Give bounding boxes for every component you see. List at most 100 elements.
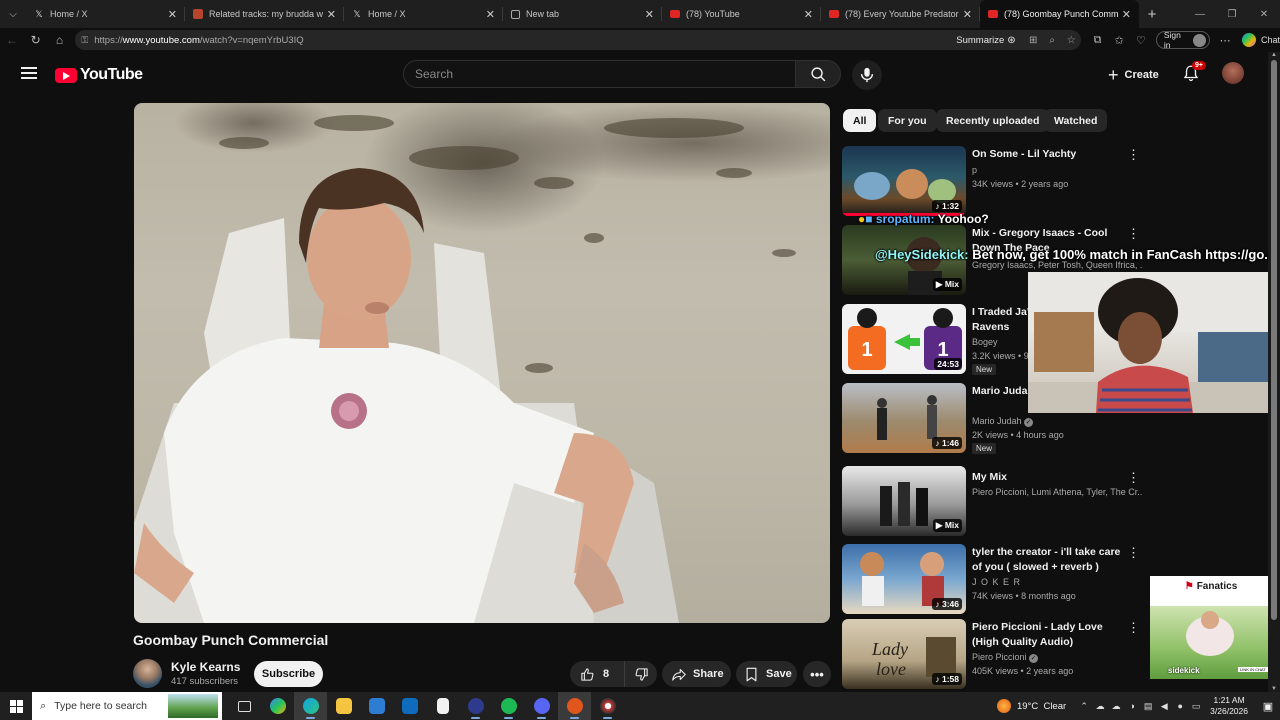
menu-icon[interactable] xyxy=(21,67,37,79)
network-icon[interactable]: ▤ xyxy=(1140,701,1156,712)
recommended-mix[interactable]: ▶ Mix My Mix Piero Piccioni, Lumi Athena… xyxy=(842,466,1142,538)
minimize-icon[interactable]: — xyxy=(1184,0,1216,28)
close-tab-icon[interactable]: ✕ xyxy=(645,8,654,21)
scroll-up-icon[interactable]: ▲ xyxy=(1270,52,1278,58)
more-vertical-icon[interactable]: ⋮ xyxy=(1127,546,1140,560)
video-thumbnail[interactable]: ♪ 3:46 xyxy=(842,544,966,614)
browser-tab[interactable]: 𝕏 Home / X ✕ xyxy=(26,0,185,28)
more-actions-button[interactable]: ••• xyxy=(803,661,831,687)
file-explorer-icon[interactable] xyxy=(327,692,360,720)
edge-taskbar-icon[interactable] xyxy=(294,692,327,720)
chip-all[interactable]: All xyxy=(843,109,877,132)
start-button[interactable] xyxy=(0,692,32,720)
site-info-icon[interactable]: ⚿ xyxy=(81,35,88,46)
close-tab-icon[interactable]: ✕ xyxy=(168,8,177,21)
reload-icon[interactable]: ↻ xyxy=(24,28,48,52)
chip-for-you[interactable]: For you xyxy=(878,109,937,132)
new-tab-button[interactable]: + xyxy=(1139,6,1165,23)
video-title[interactable]: On Some - Lil Yachty xyxy=(972,147,1127,162)
battery-icon[interactable]: ▭ xyxy=(1188,701,1204,712)
cloud-icon[interactable]: ☁ xyxy=(1108,701,1124,712)
video-thumbnail[interactable]: ♪ 1:32 xyxy=(842,146,966,216)
taskbar-search[interactable]: ⌕ Type here to search xyxy=(32,692,222,720)
volume-icon[interactable]: ◀ xyxy=(1156,701,1172,712)
spotify-icon[interactable] xyxy=(492,692,525,720)
video-title[interactable]: Piero Piccioni - Lady Love (High Quality… xyxy=(972,620,1127,650)
voice-search-button[interactable] xyxy=(852,60,882,90)
recommended-video[interactable]: ♪ 1:32 On Some - Lil Yachty p 34K views … xyxy=(842,146,1142,218)
favorites-icon[interactable]: ✩ xyxy=(1108,34,1130,47)
back-icon[interactable]: ← xyxy=(0,28,24,52)
favorite-star-icon[interactable]: ☆ xyxy=(1062,35,1081,46)
recommended-video[interactable]: ♪ 3:46 tyler the creator - i'll take car… xyxy=(842,544,1142,616)
settings-more-icon[interactable]: ⋯ xyxy=(1214,34,1236,47)
browser-essentials-icon[interactable]: ♡ xyxy=(1130,34,1152,47)
onedrive-icon[interactable]: ☁ xyxy=(1092,701,1108,712)
close-tab-icon[interactable]: ✕ xyxy=(486,8,495,21)
channel-name[interactable]: Kyle Kearns xyxy=(171,660,240,674)
home-icon[interactable]: ⌂ xyxy=(48,28,72,52)
recommended-video[interactable]: Lady love ♪ 1:58 Piero Piccioni - Lady Lo… xyxy=(842,619,1142,691)
notepad-icon[interactable] xyxy=(426,692,459,720)
close-tab-icon[interactable]: ✕ xyxy=(327,8,336,21)
share-button[interactable]: Share xyxy=(662,661,731,687)
notifications-button[interactable]: 9+ xyxy=(1182,61,1206,84)
channel-name[interactable]: p xyxy=(972,163,1142,177)
browser-tab[interactable]: (78) Every Youtube Predator Expla ✕ xyxy=(821,0,980,28)
app-available-icon[interactable]: ⊞ xyxy=(1024,35,1043,46)
address-bar[interactable]: ⚿ https://www.youtube.com/watch?v=nqemYr… xyxy=(75,30,1081,50)
tab-actions-menu-icon[interactable]: ⌵ xyxy=(0,0,26,28)
more-vertical-icon[interactable]: ⋮ xyxy=(1127,227,1140,241)
channel-name[interactable]: Piero Piccioni ✓ xyxy=(972,650,1142,664)
dislike-button[interactable] xyxy=(624,661,657,687)
task-view-icon[interactable] xyxy=(228,692,261,720)
page-scrollbar[interactable]: ▲ ▼ xyxy=(1268,52,1280,692)
copilot-taskbar-icon[interactable] xyxy=(261,692,294,720)
close-tab-icon[interactable]: ✕ xyxy=(804,8,813,21)
chevron-up-icon[interactable]: ⌃ xyxy=(1076,701,1092,712)
subscribe-button[interactable]: Subscribe xyxy=(254,661,323,687)
more-vertical-icon[interactable]: ⋮ xyxy=(1127,471,1140,485)
summarize-button[interactable]: Summarize ⊛ xyxy=(956,35,1015,46)
browser-tab-active[interactable]: (78) Goombay Punch Commercial ✕ xyxy=(980,0,1139,28)
headset-icon[interactable]: ◑ xyxy=(1124,701,1140,711)
zoom-icon[interactable]: ⌕ xyxy=(1043,35,1062,46)
sign-in-button[interactable]: Sign in xyxy=(1155,30,1211,50)
create-button[interactable]: + Create xyxy=(1100,61,1167,89)
close-tab-icon[interactable]: ✕ xyxy=(963,8,972,21)
save-button[interactable]: Save xyxy=(736,661,797,687)
video-thumbnail[interactable]: ▶ Mix xyxy=(842,466,966,536)
browser-tab[interactable]: 𝕏 Home / X ✕ xyxy=(344,0,503,28)
store-icon[interactable] xyxy=(360,692,393,720)
video-player[interactable] xyxy=(134,103,830,623)
chip-watched[interactable]: Watched xyxy=(1044,109,1108,132)
video-thumbnail[interactable]: ♪ 1:46 xyxy=(842,383,966,453)
mail-icon[interactable] xyxy=(393,692,426,720)
account-avatar[interactable] xyxy=(1222,62,1244,84)
copilot-chat-button[interactable]: Chat xyxy=(1242,33,1280,47)
restore-icon[interactable]: ❐ xyxy=(1216,0,1248,28)
microphone-icon[interactable]: ● xyxy=(1172,701,1188,711)
search-input[interactable] xyxy=(415,67,795,81)
video-thumbnail[interactable]: Lady love ♪ 1:58 xyxy=(842,619,966,689)
close-window-icon[interactable]: ✕ xyxy=(1248,0,1280,28)
chrome-like-app-icon[interactable] xyxy=(591,692,624,720)
search-button[interactable] xyxy=(795,60,841,88)
extensions-icon[interactable]: ⧉ xyxy=(1087,34,1109,47)
video-title[interactable]: My Mix xyxy=(972,470,1127,485)
weather-widget[interactable]: 19°C Clear xyxy=(996,699,1066,713)
notification-center-icon[interactable]: ▣ xyxy=(1256,700,1280,713)
youtube-logo[interactable]: YouTube xyxy=(55,66,143,84)
app-arrow-icon[interactable] xyxy=(459,692,492,720)
search-box[interactable] xyxy=(403,60,796,88)
close-tab-icon[interactable]: ✕ xyxy=(1122,8,1131,21)
channel-name[interactable]: Mario Judah ✓ xyxy=(972,414,1142,428)
discord-icon[interactable] xyxy=(525,692,558,720)
browser-tab[interactable]: (78) YouTube ✕ xyxy=(662,0,821,28)
more-vertical-icon[interactable]: ⋮ xyxy=(1127,148,1140,162)
channel-name[interactable]: J O K E R xyxy=(972,575,1142,589)
like-button[interactable]: 8 xyxy=(570,661,625,687)
video-thumbnail[interactable]: 11 24:53 xyxy=(842,304,966,374)
more-vertical-icon[interactable]: ⋮ xyxy=(1127,621,1140,635)
obs-like-app-icon[interactable] xyxy=(558,692,591,720)
